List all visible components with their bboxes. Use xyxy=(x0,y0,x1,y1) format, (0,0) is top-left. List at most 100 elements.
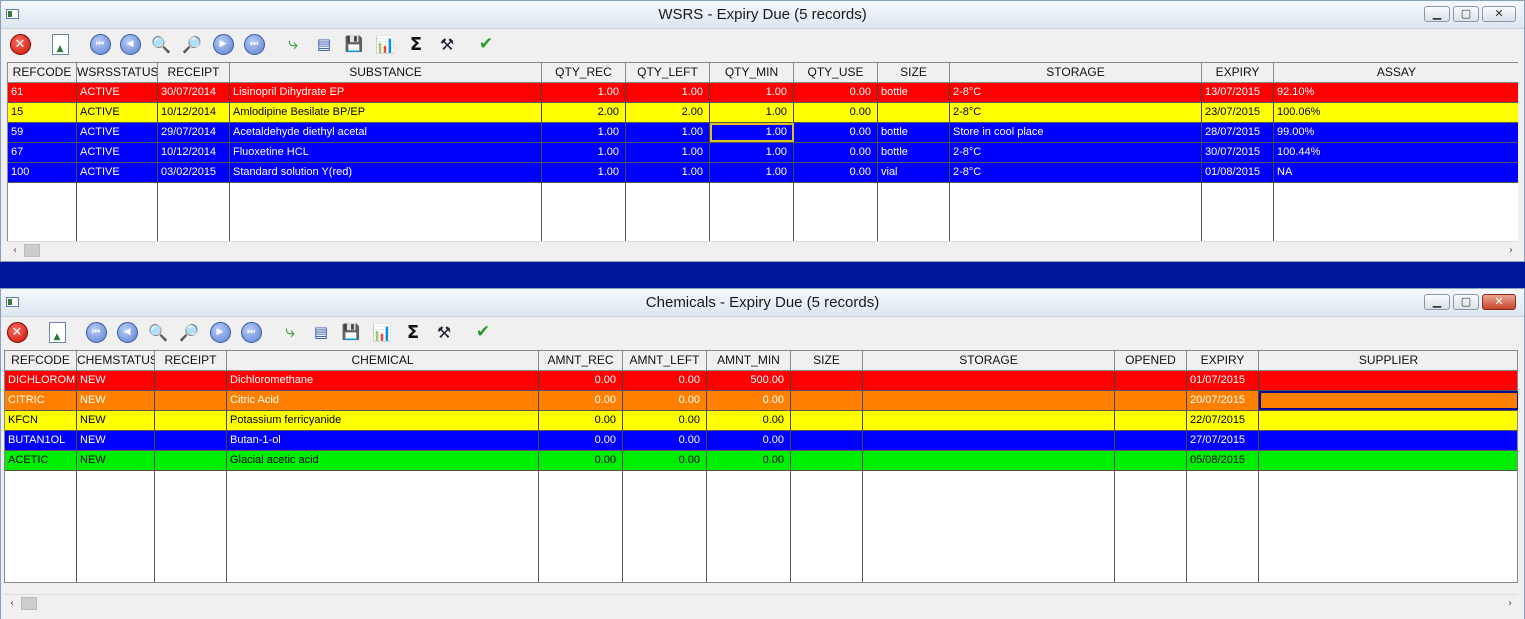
table-row[interactable]: 100 ACTIVE 03/02/2015 Standard solution … xyxy=(8,163,1520,183)
table-row[interactable]: 59 ACTIVE 29/07/2014 Acetaldehyde diethy… xyxy=(8,123,1520,143)
cell-qty-min-selected[interactable]: 1.00 xyxy=(710,123,794,142)
search-icon[interactable]: 🔍 xyxy=(149,32,173,56)
col-header[interactable]: SUBSTANCE xyxy=(230,63,542,82)
cell-size[interactable] xyxy=(878,103,950,122)
cell-receipt[interactable]: 29/07/2014 xyxy=(158,123,230,142)
col-header[interactable]: QTY_LEFT xyxy=(626,63,710,82)
cell-chemical[interactable]: Potassium ferricyanide xyxy=(227,411,539,430)
cell-refcode[interactable]: KFCN xyxy=(5,411,77,430)
tools-icon[interactable]: ⚒ xyxy=(432,320,456,344)
cell-substance[interactable]: Lisinopril Dihydrate EP xyxy=(230,83,542,102)
first-icon[interactable]: ⏮ xyxy=(88,32,112,56)
cell-refcode[interactable]: 67 xyxy=(8,143,77,162)
col-header[interactable]: SIZE xyxy=(878,63,950,82)
cell-status[interactable]: ACTIVE xyxy=(77,103,158,122)
cell-opened[interactable] xyxy=(1115,391,1187,410)
col-header[interactable]: CHEMSTATUS xyxy=(77,351,155,370)
cell-status[interactable]: NEW xyxy=(77,391,155,410)
cell-amnt-rec[interactable]: 0.00 xyxy=(539,431,623,450)
minimize-button[interactable]: ▁ xyxy=(1424,294,1450,310)
scroll-thumb[interactable] xyxy=(21,597,37,610)
cell-qty-rec[interactable]: 1.00 xyxy=(542,163,626,182)
previous-icon[interactable]: ◀ xyxy=(115,320,139,344)
chem-hscrollbar[interactable]: ‹ › xyxy=(4,594,1518,612)
scroll-thumb[interactable] xyxy=(24,244,40,257)
cell-supplier[interactable] xyxy=(1259,451,1519,470)
cell-receipt[interactable] xyxy=(155,411,227,430)
cell-qty-left[interactable]: 1.00 xyxy=(626,83,710,102)
cell-storage[interactable]: 2-8°C xyxy=(950,103,1202,122)
cell-opened[interactable] xyxy=(1115,451,1187,470)
last-icon[interactable]: ⏭ xyxy=(239,320,263,344)
cell-storage[interactable] xyxy=(863,431,1115,450)
col-header[interactable]: STORAGE xyxy=(950,63,1202,82)
cell-refcode[interactable]: BUTAN1OL xyxy=(5,431,77,450)
cell-expiry[interactable]: 05/08/2015 xyxy=(1187,451,1259,470)
col-header[interactable]: REFCODE xyxy=(8,63,77,82)
tools-icon[interactable]: ⚒ xyxy=(435,32,459,56)
col-header[interactable]: QTY_MIN xyxy=(710,63,794,82)
cell-refcode[interactable]: 100 xyxy=(8,163,77,182)
cell-expiry[interactable]: 23/07/2015 xyxy=(1202,103,1274,122)
cell-expiry[interactable]: 01/07/2015 xyxy=(1187,371,1259,390)
next-icon[interactable]: ▶ xyxy=(208,320,232,344)
col-header[interactable]: AMNT_LEFT xyxy=(623,351,707,370)
cell-expiry[interactable]: 30/07/2015 xyxy=(1202,143,1274,162)
cell-assay[interactable]: 99.00% xyxy=(1274,123,1520,142)
cell-size[interactable] xyxy=(791,391,863,410)
cell-chemical[interactable]: Dichloromethane xyxy=(227,371,539,390)
col-header[interactable]: ASSAY xyxy=(1274,63,1520,82)
cell-qty-left[interactable]: 1.00 xyxy=(626,163,710,182)
cell-status[interactable]: ACTIVE xyxy=(77,163,158,182)
zoom-icon[interactable]: 🔎 xyxy=(180,32,204,56)
col-header[interactable]: RECEIPT xyxy=(155,351,227,370)
col-header[interactable]: SUPPLIER xyxy=(1259,351,1519,370)
cell-expiry[interactable]: 01/08/2015 xyxy=(1202,163,1274,182)
col-header[interactable]: QTY_USE xyxy=(794,63,878,82)
cell-assay[interactable]: 100.06% xyxy=(1274,103,1520,122)
cell-substance[interactable]: Fluoxetine HCL xyxy=(230,143,542,162)
cell-opened[interactable] xyxy=(1115,411,1187,430)
cell-amnt-min[interactable]: 500.00 xyxy=(707,371,791,390)
table-row[interactable]: CITRIC NEW Citric Acid 0.00 0.00 0.00 20… xyxy=(5,391,1519,411)
cell-qty-rec[interactable]: 1.00 xyxy=(542,123,626,142)
close-icon[interactable]: ✕ xyxy=(8,32,32,56)
cell-expiry[interactable]: 27/07/2015 xyxy=(1187,431,1259,450)
cell-refcode[interactable]: ACETIC xyxy=(5,451,77,470)
save-icon[interactable]: 💾 xyxy=(342,32,366,56)
cell-storage[interactable] xyxy=(863,371,1115,390)
ok-icon[interactable]: ✔ xyxy=(471,320,495,344)
chart-icon[interactable]: 📊 xyxy=(373,32,397,56)
col-header[interactable]: RECEIPT xyxy=(158,63,230,82)
cell-size[interactable] xyxy=(791,411,863,430)
cell-receipt[interactable]: 10/12/2014 xyxy=(158,143,230,162)
next-icon[interactable]: ▶ xyxy=(211,32,235,56)
cell-opened[interactable] xyxy=(1115,371,1187,390)
table-row[interactable]: DICHLOROM NEW Dichloromethane 0.00 0.00 … xyxy=(5,371,1519,391)
refresh-icon[interactable]: ⤷ xyxy=(278,320,302,344)
document-icon[interactable]: ▲ xyxy=(48,32,72,56)
cell-refcode[interactable]: 15 xyxy=(8,103,77,122)
cell-substance[interactable]: Acetaldehyde diethyl acetal xyxy=(230,123,542,142)
cell-size[interactable]: bottle xyxy=(878,143,950,162)
first-icon[interactable]: ⏮ xyxy=(84,320,108,344)
cell-amnt-min[interactable]: 0.00 xyxy=(707,451,791,470)
cell-amnt-rec[interactable]: 0.00 xyxy=(539,391,623,410)
ok-icon[interactable]: ✔ xyxy=(474,32,498,56)
print-icon[interactable]: ▤ xyxy=(309,320,333,344)
cell-chemical[interactable]: Glacial acetic acid xyxy=(227,451,539,470)
cell-status[interactable]: ACTIVE xyxy=(77,123,158,142)
cell-receipt[interactable]: 03/02/2015 xyxy=(158,163,230,182)
wsrs-hscrollbar[interactable]: ‹ › xyxy=(7,241,1519,259)
cell-supplier[interactable] xyxy=(1259,371,1519,390)
cell-status[interactable]: NEW xyxy=(77,371,155,390)
maximize-button[interactable]: ▢ xyxy=(1453,6,1479,22)
col-header[interactable]: AMNT_MIN xyxy=(707,351,791,370)
cell-status[interactable]: NEW xyxy=(77,451,155,470)
table-row[interactable]: 15 ACTIVE 10/12/2014 Amlodipine Besilate… xyxy=(8,103,1520,123)
cell-qty-use[interactable]: 0.00 xyxy=(794,123,878,142)
cell-amnt-min[interactable]: 0.00 xyxy=(707,391,791,410)
cell-receipt[interactable] xyxy=(155,451,227,470)
table-row[interactable]: ACETIC NEW Glacial acetic acid 0.00 0.00… xyxy=(5,451,1519,471)
cell-chemical[interactable]: Butan-1-ol xyxy=(227,431,539,450)
